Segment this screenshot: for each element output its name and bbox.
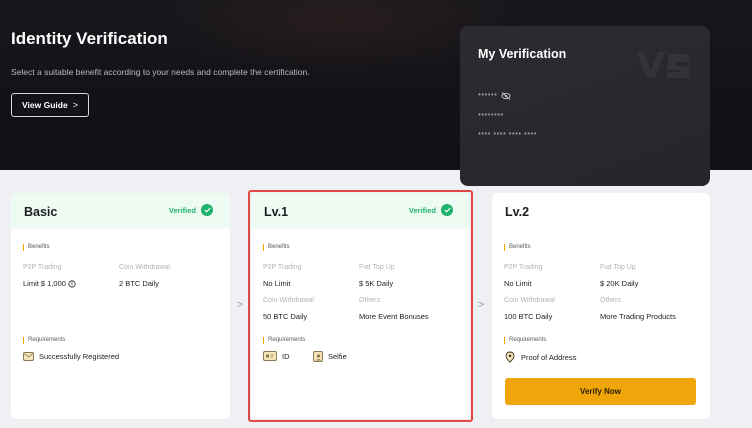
p2p-trading-value: Limit $ 1,000 [23,279,66,288]
benefits-label: Benefits [504,244,531,251]
others-value: More Event Bonuses [359,312,429,321]
page-title: Identity Verification [11,29,168,48]
fiat-top-up-label: Fiat Top Up [359,264,395,271]
requirements-label: Requirements [263,337,305,344]
p2p-trading-value: No Limit [263,279,291,288]
envelope-icon [23,352,34,361]
p2p-trading-label: P2P Trading [504,264,543,271]
tier-card-lv1: Lv.1 Verified Benefits P2P Trading No Li… [251,193,470,419]
tier-card-lv2: Lv.2 Benefits P2P Trading No Limit Fiat … [492,193,710,419]
requirement-label: ID [282,351,290,361]
p2p-trading-label: P2P Trading [263,264,302,271]
eye-slash-icon[interactable] [501,92,511,100]
benefits-label: Benefits [23,244,50,251]
coin-withdrawal-label: Coin Withdrawal [504,297,555,304]
coin-withdrawal-value: 50 BTC Daily [263,312,308,321]
requirement-label: Selfie [328,352,347,361]
coin-withdrawal-value: 100 BTC Daily [504,312,553,321]
my-verification-title: My Verification [478,47,567,61]
tier-card-header: Lv.1 Verified [251,193,470,229]
requirement-id: ID [263,351,290,361]
tier-card-header: Lv.2 [492,193,710,229]
p2p-trading-value: No Limit [504,279,532,288]
selfie-icon [313,351,323,362]
chevron-right-icon: > [236,299,244,311]
info-icon[interactable] [68,279,76,288]
tier-card-basic: Basic Verified Benefits P2P Trading Limi… [11,193,230,419]
requirements-label: Requirements [23,337,65,344]
chevron-right-icon: > [477,299,485,311]
check-circle-icon [441,204,453,216]
masked-name: ****** [478,92,498,100]
coin-withdrawal-value: 2 BTC Daily [119,279,160,288]
p2p-trading-label: P2P Trading [23,264,62,271]
others-label: Others [359,297,381,304]
requirement-registered: Successfully Registered [23,352,119,361]
verified-label: Verified [408,205,436,215]
view-guide-label: View Guide [22,100,68,110]
tier-name: Lv.2 [505,205,530,219]
others-label: Others [600,297,622,304]
my-verification-card: My Verification ****** ******** **** ***… [460,26,710,186]
check-circle-icon [201,204,213,216]
fiat-top-up-value: $ 5K Daily [359,279,394,288]
tier-name: Basic [24,205,58,219]
fiat-top-up-value: $ 20K Daily [600,279,639,288]
requirement-label: Proof of Address [521,352,577,362]
masked-name-row: ****** [478,92,511,100]
requirement-label: Successfully Registered [39,352,120,361]
logo-watermark [637,52,689,78]
masked-id: ******** [478,113,504,120]
masked-document-number: **** **** **** **** [478,132,537,139]
id-card-icon [263,351,277,361]
benefits-label: Benefits [263,244,290,251]
tier-card-header: Basic Verified [11,193,230,229]
verify-now-button[interactable]: Verify Now [505,378,696,405]
requirement-selfie: Selfie [313,351,347,362]
verified-label: Verified [168,205,196,215]
coin-withdrawal-label: Coin Withdrawal [119,264,170,271]
verified-badge: Verified [409,204,453,216]
requirements-label: Requirements [504,337,546,344]
page-subtitle: Select a suitable benefit according to y… [11,67,310,77]
location-pin-icon [505,351,515,363]
view-guide-button[interactable]: View Guide > [11,93,89,117]
p2p-trading-value-row: Limit $ 1,000 [23,279,76,288]
chevron-right-icon: > [72,100,78,110]
requirement-proof-of-address: Proof of Address [504,351,576,363]
fiat-top-up-label: Fiat Top Up [600,264,636,271]
tier-name: Lv.1 [264,205,289,219]
others-value: More Trading Products [600,312,676,321]
verified-badge: Verified [169,204,213,216]
coin-withdrawal-label: Coin Withdrawal [263,297,314,304]
